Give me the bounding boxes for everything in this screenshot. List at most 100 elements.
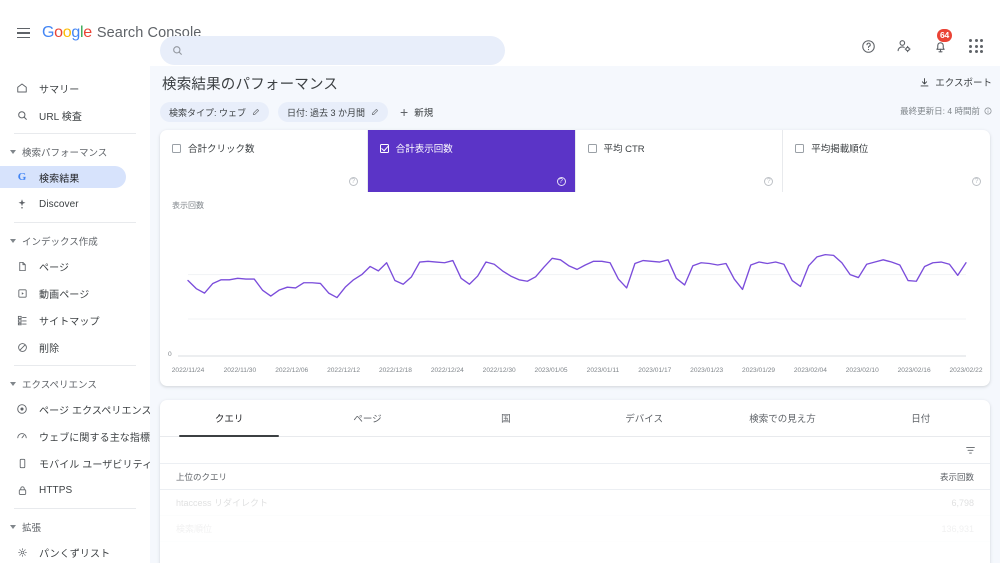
- chart-y-zero-label: 0: [168, 351, 172, 358]
- sidebar-item-label: サイトマップ: [39, 316, 100, 328]
- sidebar-item-video-pages[interactable]: 動画ページ: [0, 282, 126, 304]
- x-axis-tick: 2023/01/11: [586, 367, 620, 374]
- filter-chip-label: 検索タイプ: ウェブ: [169, 107, 247, 118]
- page-experience-icon: [14, 401, 30, 417]
- mobile-icon: [14, 455, 30, 471]
- column-header-impressions[interactable]: 表示回数: [884, 471, 974, 483]
- sidebar-section-label: 拡張: [22, 523, 42, 534]
- google-wordmark-icon: Google: [42, 24, 92, 41]
- search-input[interactable]: [193, 42, 473, 59]
- info-icon[interactable]: [984, 107, 992, 115]
- column-header-query[interactable]: 上位のクエリ: [176, 471, 884, 483]
- table-header-row: 上位のクエリ 表示回数: [160, 464, 990, 490]
- sidebar-item-label: ページ エクスペリエンス: [39, 405, 150, 417]
- metric-checkbox[interactable]: [172, 143, 181, 153]
- metric-card-2[interactable]: 平均 CTR?: [576, 130, 784, 192]
- tab-0[interactable]: クエリ: [160, 400, 298, 437]
- tab-1[interactable]: ページ: [298, 400, 436, 436]
- main-content: 検索結果のパフォーマンス エクスポート 最終更新日: 4 時間前 検索タイプ: …: [150, 66, 1000, 563]
- sidebar-item-label: サマリー: [39, 84, 80, 96]
- chart-area: 表示回数 0 2022/11/24 2022/11/30 2022/12/06 202…: [160, 192, 990, 386]
- metric-card-3[interactable]: 平均掲載順位?: [783, 130, 990, 192]
- table-row[interactable]: 検索順位 136,931: [160, 516, 990, 542]
- metric-help-icon[interactable]: ?: [348, 177, 358, 186]
- tab-3[interactable]: デバイス: [575, 400, 713, 436]
- metric-help-icon[interactable]: ?: [764, 177, 774, 186]
- hamburger-menu-icon[interactable]: [6, 16, 40, 50]
- x-axis-tick: 2023/02/10: [845, 367, 879, 374]
- sidebar-item-url-inspection[interactable]: URL 検査: [0, 104, 126, 126]
- sidebar-divider: [14, 222, 136, 223]
- export-button[interactable]: エクスポート: [919, 75, 992, 89]
- apps-grid-icon[interactable]: [966, 36, 986, 56]
- chevron-down-icon: [10, 382, 16, 386]
- help-icon[interactable]: [858, 36, 878, 56]
- tab-4[interactable]: 検索での見え方: [713, 400, 851, 436]
- metric-label: 平均 CTR: [603, 144, 645, 155]
- sidebar-item-summary[interactable]: サマリー: [0, 77, 126, 99]
- filter-chip-date[interactable]: 日付: 過去 3 か月間: [278, 102, 389, 122]
- x-axis-tick: 2023/01/23: [690, 367, 724, 374]
- account-settings-icon[interactable]: [894, 36, 914, 56]
- sidebar-item-pages[interactable]: ページ: [0, 255, 126, 277]
- metric-help-icon[interactable]: ?: [556, 177, 566, 186]
- table-row[interactable]: htaccess リダイレクト 6,798: [160, 490, 990, 516]
- notification-count-badge: 64: [937, 29, 952, 42]
- chart-line-impressions: [187, 253, 967, 299]
- metric-card-1[interactable]: 合計表示回数?: [367, 130, 576, 192]
- table-body: htaccess リダイレクト 6,798 検索順位 136,931: [160, 490, 990, 542]
- export-label: エクスポート: [935, 78, 992, 89]
- add-filter-button[interactable]: + 新規: [400, 105, 433, 119]
- sidebar-section-label: インデックス作成: [22, 237, 98, 248]
- sidebar-item-search-results[interactable]: G 検索結果: [0, 166, 126, 188]
- sidebar-item-page-experience[interactable]: ページ エクスペリエンス: [0, 398, 150, 420]
- search-icon: [173, 46, 183, 56]
- metric-checkbox[interactable]: [795, 143, 805, 153]
- metric-checkbox[interactable]: [379, 143, 389, 153]
- top-bar-actions: 64: [858, 29, 986, 56]
- home-icon: [14, 80, 30, 96]
- sidebar-item-discover[interactable]: Discover: [0, 193, 126, 215]
- chevron-down-icon: [10, 239, 16, 243]
- sidebar-item-https[interactable]: HTTPS: [0, 479, 126, 501]
- search-bar[interactable]: [160, 36, 505, 65]
- x-axis-tick: 2023/01/17: [638, 367, 672, 374]
- sidebar-section-label: 検索パフォーマンス: [22, 148, 108, 159]
- x-axis-tick: 2022/12/06: [275, 367, 309, 374]
- tab-5[interactable]: 日付: [852, 400, 990, 436]
- cell-query: htaccess リダイレクト: [176, 498, 269, 508]
- table-filter-icon[interactable]: [965, 445, 976, 456]
- sidebar-section-indexing[interactable]: インデックス作成: [0, 232, 150, 250]
- cell-impressions: 6,798: [951, 497, 974, 508]
- metric-label: 合計クリック数: [188, 144, 255, 155]
- metric-checkbox[interactable]: [587, 143, 597, 153]
- plus-icon: +: [400, 104, 409, 120]
- table-filter-row: [160, 437, 990, 464]
- filter-bar: 検索タイプ: ウェブ 日付: 過去 3 か月間 + 新規: [160, 102, 433, 122]
- sidebar-item-breadcrumbs[interactable]: パンくずリスト: [0, 541, 126, 563]
- notifications-bell-icon[interactable]: 64: [930, 29, 952, 56]
- filter-chip-search-type[interactable]: 検索タイプ: ウェブ: [160, 102, 270, 122]
- x-axis-tick: 2023/02/16: [897, 367, 931, 374]
- sidebar-section-search-performance[interactable]: 検索パフォーマンス: [0, 143, 150, 161]
- sidebar-item-mobile-usability[interactable]: モバイル ユーザビリティ: [0, 452, 150, 474]
- x-axis-tick: 2022/12/18: [378, 367, 412, 374]
- lock-icon: [14, 482, 30, 498]
- sidebar-navigation: サマリー URL 検査 検索パフォーマンス G 検索結果 Discover イン…: [0, 66, 150, 563]
- page-icon: [14, 258, 30, 274]
- sidebar-item-removals[interactable]: 削除: [0, 336, 126, 358]
- sidebar-item-sitemaps[interactable]: サイトマップ: [0, 309, 126, 331]
- sidebar-section-experience[interactable]: エクスペリエンス: [0, 375, 150, 393]
- sidebar-item-core-web-vitals[interactable]: ウェブに関する主な指標: [0, 425, 150, 447]
- metric-card-0[interactable]: 合計クリック数?: [160, 130, 368, 192]
- tab-2[interactable]: 国: [437, 400, 575, 436]
- cell-impressions: 136,931: [941, 523, 974, 534]
- metric-label: 合計表示回数: [395, 144, 453, 155]
- metric-help-icon[interactable]: ?: [972, 177, 981, 186]
- gear-icon: [14, 544, 30, 560]
- sidebar-item-label: モバイル ユーザビリティ: [39, 459, 150, 471]
- sidebar-section-enhancements[interactable]: 拡張: [0, 518, 150, 536]
- sidebar-divider: [14, 508, 136, 509]
- chart-x-axis: 2022/11/24 2022/11/30 2022/12/06 2022/12/12…: [160, 367, 990, 379]
- sidebar-item-label: パンくずリスト: [39, 548, 111, 560]
